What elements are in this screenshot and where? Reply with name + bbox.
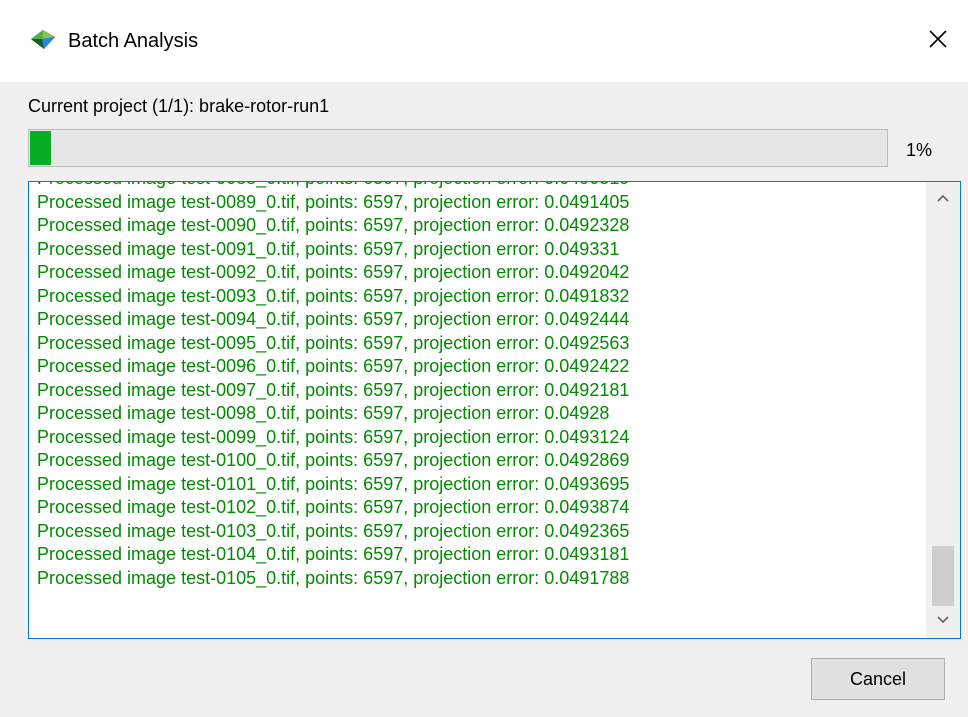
scroll-down-button[interactable] <box>926 604 960 638</box>
log-line: Processed image test-0104_0.tif, points:… <box>37 544 630 564</box>
current-project-label: Current project (1/1): brake-rotor-run1 <box>28 96 330 116</box>
close-icon <box>928 29 948 54</box>
log-line: Processed image test-0097_0.tif, points:… <box>37 379 630 400</box>
log-output[interactable]: Processed image test-0088_0.tif, points:… <box>28 181 961 639</box>
chevron-down-icon <box>936 612 950 630</box>
cancel-button[interactable]: Cancel <box>811 658 945 700</box>
app-logo-icon <box>28 27 58 53</box>
log-line: Processed image test-0096_0.tif, points:… <box>37 356 630 376</box>
log-line: Processed image test-0093_0.tif, points:… <box>37 285 630 306</box>
batch-analysis-dialog: Batch Analysis Current project (1/1): br… <box>0 0 968 717</box>
vertical-scrollbar[interactable] <box>926 182 960 638</box>
log-line: Processed image test-0105_0.tif, points:… <box>37 567 630 588</box>
progress-percent: 1% <box>906 140 933 160</box>
log-line: Processed image test-0088_0.tif, points:… <box>37 182 917 191</box>
title-bar[interactable]: Batch Analysis <box>0 0 968 82</box>
chevron-up-icon <box>936 190 950 208</box>
log-line: Processed image test-0092_0.tif, points:… <box>37 262 630 282</box>
log-line: Processed image test-0098_0.tif, points:… <box>37 403 610 423</box>
progress-bar <box>28 129 888 167</box>
log-line: Processed image test-0099_0.tif, points:… <box>37 426 630 447</box>
scroll-thumb[interactable] <box>932 546 954 606</box>
log-line: Processed image test-0091_0.tif, points:… <box>37 238 620 259</box>
log-line: Processed image test-0100_0.tif, points:… <box>37 450 630 470</box>
log-lines: Processed image test-0088_0.tif, points:… <box>37 182 917 590</box>
log-line: Processed image test-0102_0.tif, points:… <box>37 497 630 517</box>
scroll-up-button[interactable] <box>926 182 960 216</box>
close-button[interactable] <box>908 0 968 82</box>
log-line: Processed image test-0090_0.tif, points:… <box>37 215 630 235</box>
log-line: Processed image test-0103_0.tif, points:… <box>37 520 630 541</box>
log-line: Processed image test-0095_0.tif, points:… <box>37 332 630 353</box>
progress-fill <box>30 131 51 165</box>
log-line: Processed image test-0101_0.tif, points:… <box>37 473 630 494</box>
window-title: Batch Analysis <box>68 30 199 52</box>
log-line: Processed image test-0089_0.tif, points:… <box>37 191 630 212</box>
log-line: Processed image test-0094_0.tif, points:… <box>37 309 630 329</box>
